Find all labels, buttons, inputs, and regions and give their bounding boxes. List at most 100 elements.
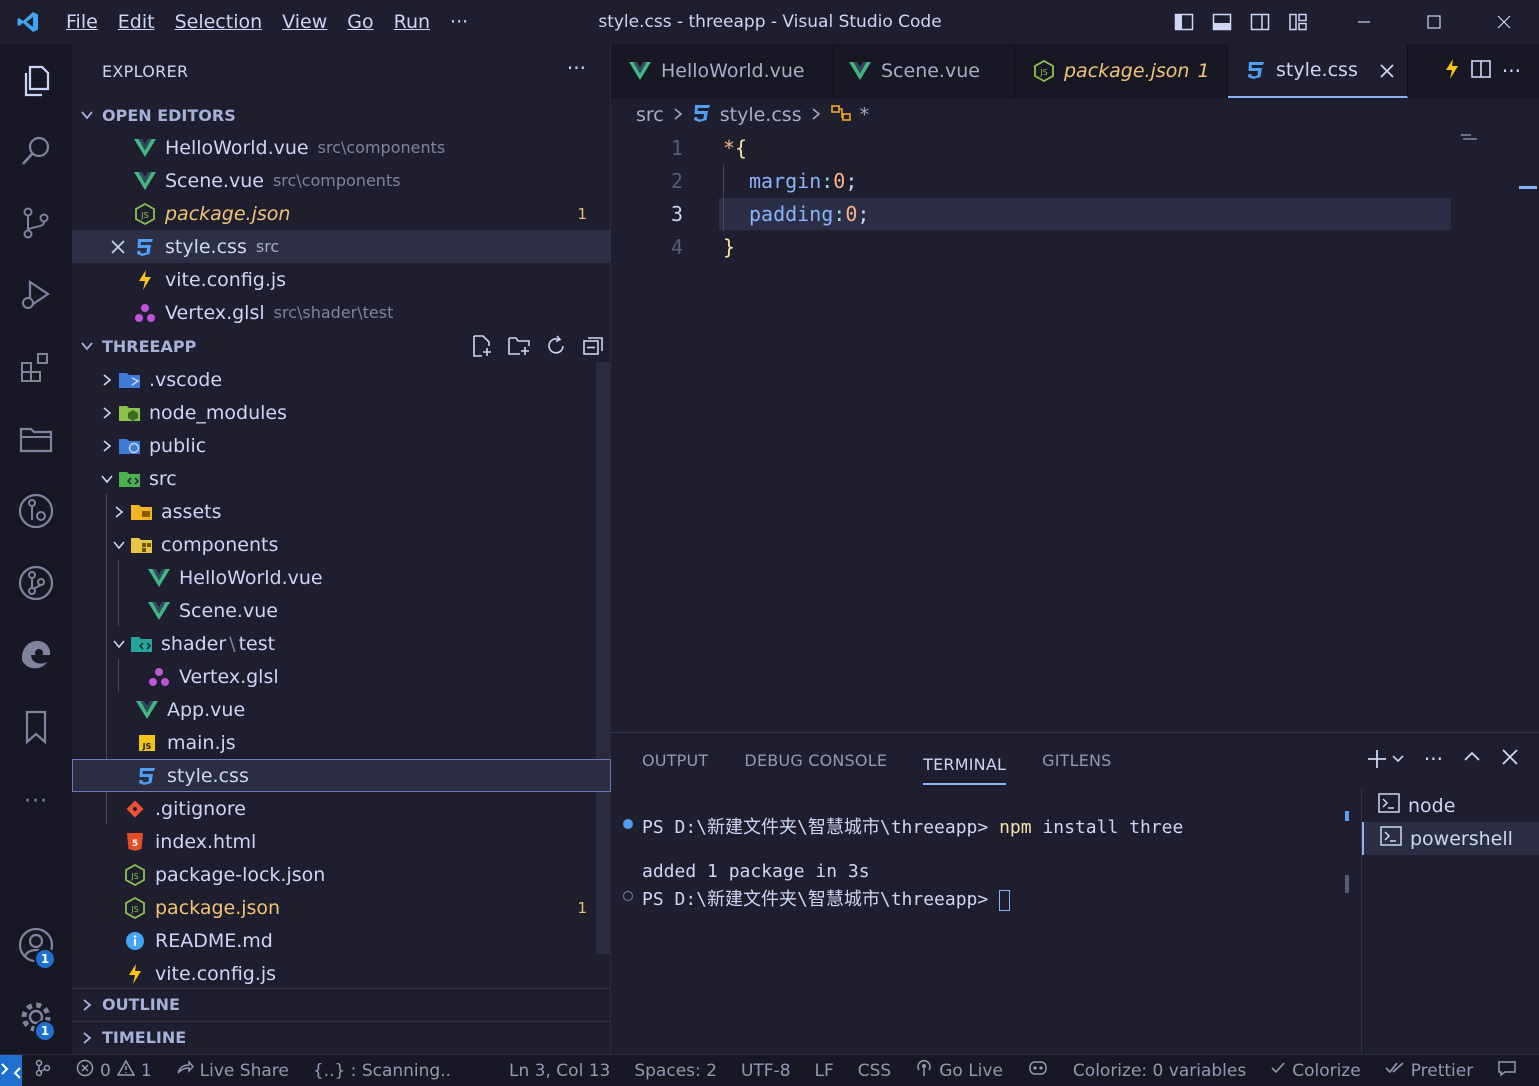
tab-scene-vue[interactable]: Scene.vue <box>833 44 1016 98</box>
encoding-item[interactable]: UTF-8 <box>729 1055 803 1086</box>
manage-gear-icon[interactable]: 1 <box>0 982 72 1052</box>
close-window-button[interactable] <box>1469 0 1539 44</box>
open-editors-header[interactable]: OPEN EDITORS <box>72 99 611 131</box>
prettier-item[interactable]: Prettier <box>1373 1055 1486 1086</box>
panel-more-button[interactable]: ··· <box>1424 747 1443 771</box>
problems-item[interactable]: 0 1 <box>64 1055 164 1086</box>
tab-package-json[interactable]: JS package.json 1 <box>1016 44 1228 98</box>
menu-more[interactable]: ··· <box>440 0 478 44</box>
editor-more-button[interactable]: ··· <box>1502 59 1521 83</box>
open-editor-item[interactable]: Scene.vue src\components <box>72 164 611 197</box>
menu-run[interactable]: Run <box>384 0 440 44</box>
tree-file[interactable]: README.md <box>72 924 611 957</box>
terminal-scrollbar[interactable] <box>1345 875 1349 893</box>
go-live-item[interactable]: Go Live <box>903 1055 1015 1086</box>
tree-folder[interactable]: shader \ test <box>72 627 611 660</box>
more-views-icon[interactable]: ··· <box>0 766 72 836</box>
close-tab-icon[interactable] <box>1379 62 1395 84</box>
explorer-more-button[interactable]: ··· <box>567 56 586 80</box>
explorer-icon[interactable] <box>0 46 72 116</box>
copilot-item[interactable] <box>1015 1055 1061 1086</box>
breadcrumb-file[interactable]: style.css <box>720 104 802 126</box>
remote-indicator[interactable] <box>0 1054 22 1086</box>
outline-header[interactable]: OUTLINE <box>72 988 611 1020</box>
scanning-item[interactable]: {..} : Scanning.. <box>301 1055 463 1086</box>
toggle-panel-icon[interactable] <box>1203 0 1241 44</box>
open-editor-item-active[interactable]: style.css src <box>72 230 611 263</box>
tree-folder[interactable]: assets <box>72 495 611 528</box>
timeline-header[interactable]: TIMELINE <box>72 1021 611 1053</box>
extensions-icon[interactable] <box>0 332 72 402</box>
minimize-button[interactable] <box>1329 0 1399 44</box>
terminal-item-node[interactable]: node <box>1362 789 1539 822</box>
bookmarks-icon[interactable] <box>0 692 72 762</box>
edge-devtools-icon[interactable] <box>0 620 72 690</box>
tree-folder[interactable]: node_modules <box>72 396 611 429</box>
minimap[interactable] <box>1461 132 1521 144</box>
tab-terminal[interactable]: TERMINAL <box>923 737 1007 785</box>
gitlens-icon[interactable] <box>0 548 72 618</box>
vite-run-icon[interactable] <box>1444 58 1460 85</box>
tree-file[interactable]: JS package-lock.json <box>72 858 611 891</box>
tree-file[interactable]: HelloWorld.vue <box>72 561 611 594</box>
tree-file[interactable]: 5 index.html <box>72 825 611 858</box>
git-graph-item[interactable] <box>22 1055 64 1086</box>
breadcrumb-folder[interactable]: src <box>636 104 664 126</box>
tree-file[interactable]: App.vue <box>72 693 611 726</box>
tree-file[interactable]: .gitignore <box>72 792 611 825</box>
new-terminal-button[interactable] <box>1366 748 1404 770</box>
open-editor-item[interactable]: HelloWorld.vue src\components <box>72 131 611 164</box>
colorize-variables-item[interactable]: Colorize: 0 variables <box>1061 1055 1258 1086</box>
source-control-icon[interactable] <box>0 188 72 258</box>
tree-folder[interactable]: .vscode <box>72 363 611 396</box>
code-editor[interactable]: 1 2 3 4 *{ margin:0; padding:0; } <box>611 132 1539 732</box>
terminal-output[interactable]: PS D:\新建文件夹\智慧城市\threeapp> npm install t… <box>611 789 1361 1055</box>
menu-edit[interactable]: Edit <box>108 0 165 44</box>
new-file-icon[interactable] <box>470 334 494 362</box>
search-icon[interactable] <box>0 116 72 186</box>
refresh-icon[interactable] <box>544 334 568 362</box>
collapse-all-icon[interactable] <box>581 334 605 362</box>
terminal-item-powershell[interactable]: powershell <box>1362 822 1539 855</box>
accounts-icon[interactable]: 1 <box>0 910 72 980</box>
tab-helloworld-vue[interactable]: HelloWorld.vue <box>611 44 833 98</box>
feedback-item[interactable] <box>1485 1055 1529 1086</box>
open-editor-item[interactable]: Vertex.glsl src\shader\test <box>72 296 611 329</box>
open-editor-item[interactable]: JS package.json 1 <box>72 197 611 230</box>
tree-folder[interactable]: public <box>72 429 611 462</box>
notifications-item[interactable] <box>1529 1055 1539 1086</box>
language-mode-item[interactable]: CSS <box>846 1055 903 1086</box>
maximize-button[interactable] <box>1399 0 1469 44</box>
colorize-item[interactable]: Colorize <box>1258 1055 1373 1086</box>
tab-debug-console[interactable]: DEBUG CONSOLE <box>744 733 887 789</box>
maximize-panel-icon[interactable] <box>1463 748 1481 771</box>
toggle-sidebar-icon[interactable] <box>1165 0 1203 44</box>
menu-go[interactable]: Go <box>337 0 383 44</box>
close-icon[interactable] <box>110 239 134 255</box>
live-share-item[interactable]: Live Share <box>164 1055 301 1086</box>
eol-item[interactable]: LF <box>803 1055 846 1086</box>
tree-folder[interactable]: components <box>72 528 611 561</box>
customize-layout-icon[interactable] <box>1279 0 1317 44</box>
tree-file[interactable]: vite.config.js <box>72 957 611 990</box>
tree-file[interactable]: JS package.json 1 <box>72 891 611 924</box>
breadcrumb-symbol[interactable]: * <box>860 104 870 126</box>
tree-file-selected[interactable]: style.css <box>72 759 611 792</box>
tree-file[interactable]: Vertex.glsl <box>72 660 611 693</box>
indentation-item[interactable]: Spaces: 2 <box>622 1055 729 1086</box>
open-editor-item[interactable]: vite.config.js <box>72 263 611 296</box>
tree-file[interactable]: JS main.js <box>72 726 611 759</box>
menu-file[interactable]: File <box>56 0 108 44</box>
run-debug-icon[interactable] <box>0 260 72 330</box>
tree-folder[interactable]: src <box>72 462 611 495</box>
split-editor-icon[interactable] <box>1470 58 1492 85</box>
close-panel-icon[interactable] <box>1501 748 1519 771</box>
gitlens-inspect-icon[interactable] <box>0 476 72 546</box>
menu-view[interactable]: View <box>272 0 337 44</box>
toggle-secondary-sidebar-icon[interactable] <box>1241 0 1279 44</box>
cursor-position-item[interactable]: Ln 3, Col 13 <box>497 1055 622 1086</box>
tab-style-css[interactable]: style.css <box>1228 44 1408 98</box>
tab-output[interactable]: OUTPUT <box>642 733 708 789</box>
menu-selection[interactable]: Selection <box>165 0 273 44</box>
new-folder-icon[interactable] <box>507 334 531 362</box>
